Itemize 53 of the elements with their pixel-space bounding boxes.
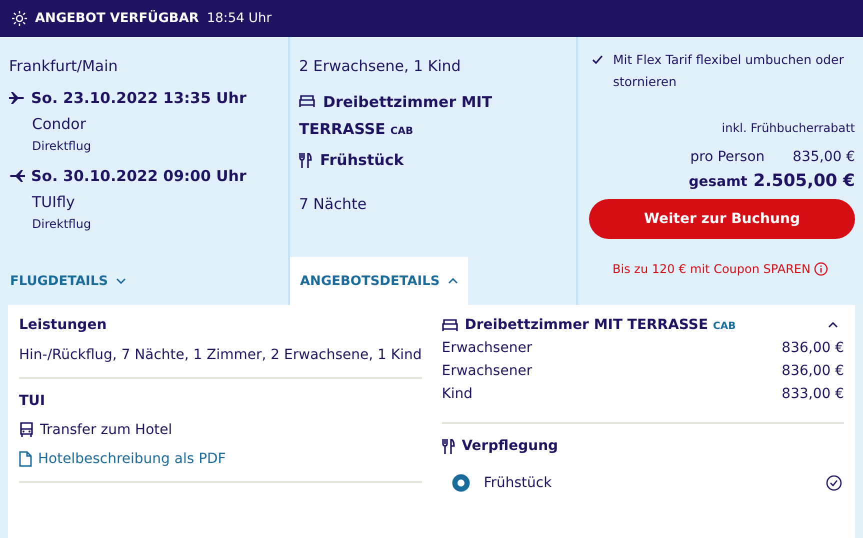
airline-name: TUIfly (32, 193, 76, 211)
pdf-link[interactable]: Hotelbeschreibung als PDF (38, 451, 226, 467)
services-title: Leistungen (19, 317, 108, 333)
details-tab[interactable]: FLUGDETAILS (0, 257, 136, 305)
room-name: Dreibettzimmer MIT TERRASSE CAB (299, 92, 494, 140)
plane-icon (9, 91, 25, 105)
availability-time: 18:54 Uhr (206, 11, 272, 26)
provider-title: TUI (19, 393, 46, 409)
cutlery-icon (299, 152, 312, 168)
info-icon[interactable] (814, 262, 828, 276)
chevron-icon (116, 278, 126, 284)
nights-text: 7 Nächte (299, 195, 368, 213)
traveller-price: 833,00 € (782, 386, 844, 402)
radio-button[interactable] (452, 474, 470, 492)
services-text: Hin-/Rückflug, 7 Nächte, 1 Zimmer, 2 Erwachsene, 1 Kind (19, 347, 422, 363)
availability-title: ANGEBOT VERFÜGBAR (35, 11, 199, 26)
traveller-label: Erwachsener (442, 340, 532, 356)
check-icon (592, 55, 603, 65)
cutlery-icon (442, 438, 455, 454)
per-person-label: pro Person (690, 149, 765, 165)
check-circle-icon (826, 475, 842, 491)
airline-name: Condor (32, 115, 88, 133)
flight-type: Direktflug (32, 217, 92, 231)
document-icon (19, 451, 32, 467)
continue-booking-button[interactable]: Weiter zur Buchung (589, 199, 855, 239)
travellers-text: 2 Erwachsene, 1 Kind (299, 57, 462, 75)
departure-airport: Frankfurt/Main (9, 57, 119, 75)
bed-icon (442, 319, 458, 331)
board-option: Frühstück (484, 475, 812, 491)
board-type: Frühstück (320, 151, 404, 169)
flight-type: Direktflug (32, 139, 92, 153)
flex-tariff-note: Mit Flex Tarif flexibel umbuchen oder stornieren (613, 51, 845, 91)
total-label: gesamt (688, 174, 748, 190)
transfer-text: Transfer zum Hotel (40, 422, 172, 438)
flight-date: So. 23.10.2022 13:35 Uhr (31, 89, 246, 107)
traveller-label: Kind (442, 386, 473, 402)
flight-date: So. 30.10.2022 09:00 Uhr (31, 167, 246, 185)
chevron-icon (828, 322, 838, 328)
plane-icon (9, 169, 25, 183)
bus-icon (19, 422, 34, 438)
coupon-link[interactable]: Bis zu 120 € mit Coupon SPAREN (612, 262, 810, 276)
chevron-icon (448, 278, 458, 284)
board-title: Verpflegung (462, 438, 558, 454)
traveller-price: 836,00 € (782, 363, 844, 379)
per-person-price: 835,00 € (792, 149, 855, 165)
discount-note: inkl. Frühbucherrabatt (720, 121, 856, 135)
traveller-label: Erwachsener (442, 363, 532, 379)
bed-icon (299, 95, 315, 107)
room-title: Dreibettzimmer MIT TERRASSE CAB (464, 317, 736, 333)
details-tab[interactable]: ANGEBOTSDETAILS (290, 257, 468, 305)
total-price: 2.505,00 € (753, 171, 855, 191)
sun-icon (12, 11, 27, 26)
traveller-price: 836,00 € (782, 340, 844, 356)
